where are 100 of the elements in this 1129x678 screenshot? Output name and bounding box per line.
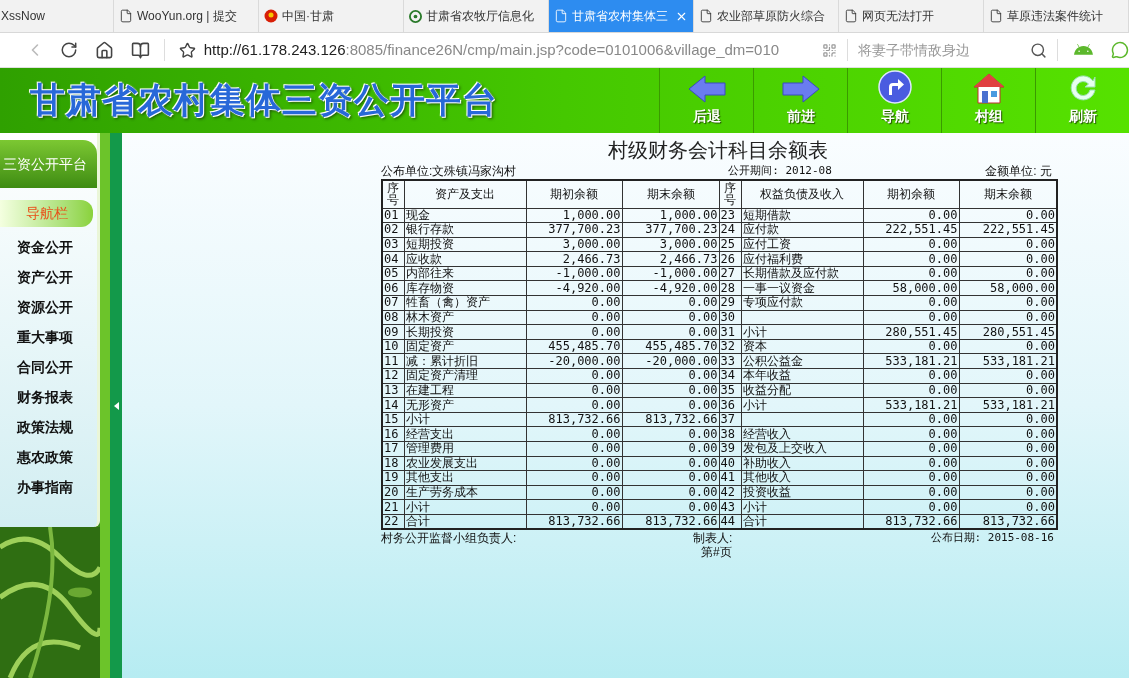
sidebar-link[interactable]: 办事指南 [16,477,73,497]
number-cell: 04 [382,251,404,267]
amount-cell: -1,000.00 [622,266,719,281]
sidebar-link[interactable]: 合同公开 [16,357,73,377]
page-number: 第#页 [701,545,732,560]
number-cell: 32 [719,339,741,354]
amount-cell: 0.00 [526,456,622,471]
number-cell: 08 [382,310,404,325]
search-field[interactable]: 将妻子带情敌身边 [857,39,1048,61]
number-cell: 23 [719,208,741,223]
browser-tab[interactable]: WooYun.org | 提交 [114,0,259,32]
page-icon [699,9,713,23]
item-cell: 一事一议资金 [741,280,863,296]
globe-icon [409,9,422,23]
amount-cell: 0.00 [622,426,719,442]
star-icon[interactable] [178,41,196,59]
sidebar-title: 三资公开平台 [0,140,97,188]
amount-cell: 0.00 [622,383,719,398]
item-cell: 农业发展支出 [404,456,526,471]
amount-cell: -20,000.00 [526,353,622,369]
amount-cell: 0.00 [959,412,1057,427]
site-title: 甘肃省农村集体三资公开平台 [30,79,499,122]
column-header: 序号 [719,180,741,208]
collapse-arrow-icon[interactable] [113,401,119,410]
number-cell: 30 [719,310,741,325]
browser-tab[interactable]: 草原违法案件统计 [984,0,1129,32]
sidebar-link[interactable]: 惠农政策 [16,447,73,467]
home-icon[interactable] [94,40,114,60]
number-cell: 16 [382,426,404,442]
sidebar-link[interactable]: 财务报表 [16,387,73,407]
qr-code-icon[interactable] [821,42,837,58]
item-cell: 其他收入 [741,470,863,486]
chat-icon[interactable] [1111,41,1129,59]
number-cell: 15 [382,412,404,427]
amount-cell: -4,920.00 [526,280,622,296]
search-icon[interactable] [1030,41,1048,59]
amount-cell: 0.00 [622,456,719,471]
item-cell: 管理费用 [404,441,526,457]
browser-tab[interactable]: XssNow [0,0,114,32]
number-cell: 43 [719,499,741,515]
number-cell: 33 [719,353,741,369]
number-cell: 35 [719,383,741,398]
amount-cell: -1,000.00 [526,266,622,281]
amount-cell: 0.00 [863,295,959,311]
amount-cell: 0.00 [863,208,959,223]
amount-cell: -4,920.00 [622,280,719,296]
book-icon[interactable] [130,40,150,60]
sidebar-link[interactable]: 资金公开 [16,237,73,257]
number-cell: 26 [719,251,741,267]
item-cell: 其他支出 [404,470,526,486]
item-cell: 短期借款 [741,208,863,223]
number-cell: 07 [382,295,404,311]
number-cell: 25 [719,237,741,252]
number-cell: 44 [719,514,741,530]
amount-cell: 0.00 [526,470,622,486]
number-cell: 12 [382,368,404,384]
browser-tab[interactable]: 中国·甘肃 [259,0,404,32]
item-cell: 合计 [741,514,863,530]
reload-icon[interactable] [59,41,78,59]
item-cell: 收益分配 [741,383,863,398]
item-cell: 应付款 [741,222,863,238]
amount-cell: 3,000.00 [526,237,622,252]
amount-cell: 0.00 [863,368,959,384]
column-header: 期初余额 [526,180,622,208]
browser-tab[interactable]: 网页无法打开 [839,0,984,32]
nav-bar-label: 导航栏 [0,200,93,227]
number-cell: 38 [719,426,741,442]
number-cell: 24 [719,222,741,238]
amount-cell: 0.00 [622,485,719,500]
amount-cell: 0.00 [959,426,1057,442]
item-cell: 无形资产 [404,397,526,413]
amount-cell: 377,700.23 [622,222,719,238]
item-cell: 资本 [741,339,863,354]
amount-cell: 0.00 [959,310,1057,325]
amount-cell: 0.00 [959,441,1057,457]
number-cell: 18 [382,456,404,471]
sidebar-link[interactable]: 重大事项 [16,327,73,347]
number-cell: 36 [719,397,741,413]
sidebar-link[interactable]: 资源公开 [16,297,73,317]
item-cell: 长期借款及应付款 [741,266,863,281]
amount-cell: 0.00 [863,237,959,252]
amount-cell: 0.00 [863,412,959,427]
item-cell: 生产劳务成本 [404,485,526,500]
amount-cell: 377,700.23 [526,222,622,238]
page-icon [844,9,858,23]
amount-cell: 0.00 [526,383,622,398]
address-field[interactable]: http://61.178.243.126:8085/finance26N/cmp/main.jsp?code=0101006&village_dm=010 [203,38,822,62]
amount-cell: 0.00 [959,499,1057,515]
amount-cell: 813,732.66 [526,412,622,427]
amount-cell: 0.00 [959,470,1057,486]
amount-cell: 455,485.70 [526,339,622,354]
item-cell: 长期投资 [404,324,526,340]
sidebar-link[interactable]: 政策法规 [16,417,73,437]
item-cell: 库存物资 [404,280,526,296]
amount-cell: 533,181.21 [959,397,1057,413]
browser-tab[interactable]: 农业部草原防火综合 [694,0,839,32]
number-cell: 21 [382,499,404,515]
column-header: 期初余额 [863,180,959,208]
sidebar-link[interactable]: 资产公开 [16,267,73,287]
amount-cell: 0.00 [622,295,719,311]
